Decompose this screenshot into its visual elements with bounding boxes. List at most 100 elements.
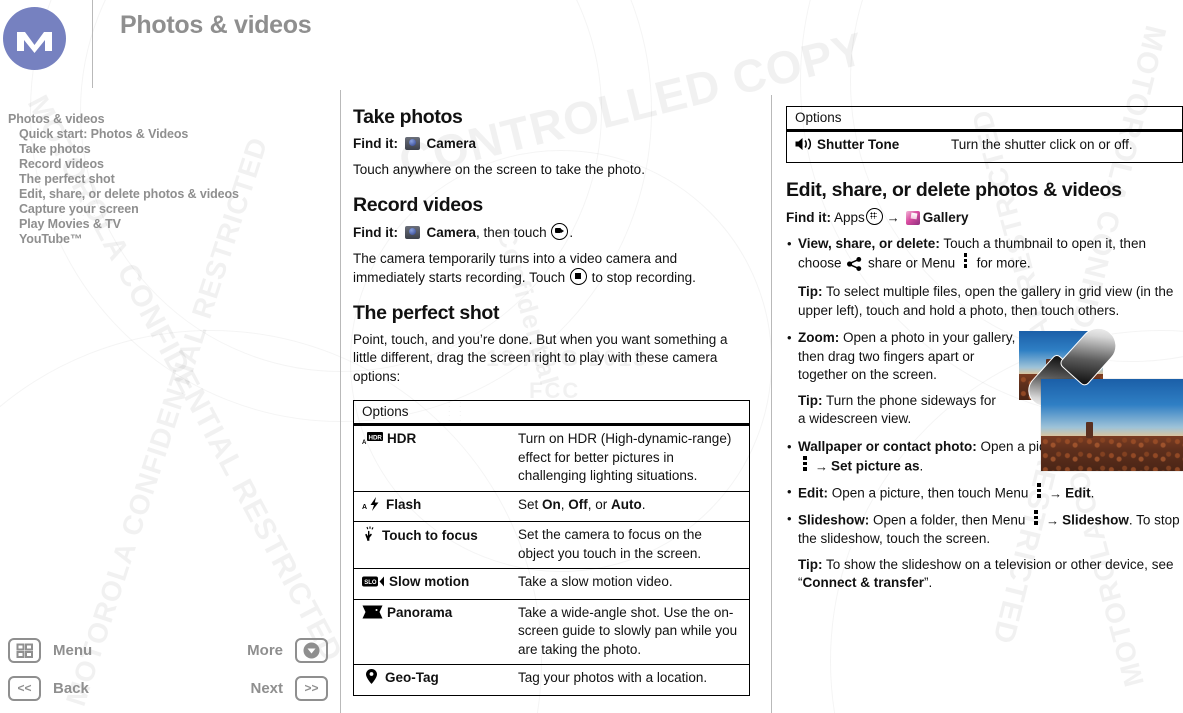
menu-overflow-icon — [803, 456, 807, 473]
middle-content-column: Take photos Find it: Camera Touch anywhe… — [353, 106, 750, 696]
gallery-app-label: Gallery — [922, 209, 969, 225]
option-label-touch-focus: Touch to focus — [382, 528, 478, 543]
menu-overflow-icon — [963, 253, 968, 270]
option-desc-hdr: Turn on HDR (High-dynamic-range) effect … — [510, 424, 750, 491]
arrow-icon: → — [1049, 485, 1063, 501]
find-it-record-videos: Find it: Camera, then touch . — [353, 222, 750, 242]
column-divider-left — [340, 90, 341, 713]
find-it-suffix-pre: , then touch — [476, 224, 551, 240]
table-row: A Flash Set On, Off, or Auto. — [353, 490, 750, 522]
toc-item-record-videos[interactable]: Record videos — [8, 157, 328, 172]
motorola-logo — [3, 7, 66, 70]
record-videos-body-part2: to stop recording. — [587, 270, 696, 285]
panorama-icon — [362, 605, 383, 625]
back-button[interactable]: << — [8, 675, 41, 701]
option-name-flash: A Flash — [353, 490, 510, 522]
option-label-geotag: Geo-Tag — [385, 670, 439, 685]
option-desc-flash: Set On, Off, or Auto. — [510, 490, 750, 522]
option-desc-touch-focus: Set the camera to focus on the object yo… — [510, 521, 750, 569]
nav-row-menu: Menu More — [8, 631, 328, 669]
tip-connect-transfer: Tip: To show the slideshow on a televisi… — [798, 556, 1174, 591]
table-header-row: Options — [786, 106, 1183, 132]
record-videos-body: The camera temporarily turns into a vide… — [353, 250, 750, 288]
list-item-edit: Edit: Open a picture, then touch Menu →E… — [786, 483, 1183, 503]
toc-item-quick-start[interactable]: Quick start: Photos & Videos — [8, 127, 328, 142]
option-label-slow-motion: Slow motion — [389, 574, 470, 589]
nav-row-back: << Back Next >> — [8, 669, 328, 707]
table-header-row: Options — [353, 400, 750, 426]
list-item-zoom: Zoom: Open a photo in your gallery, then… — [786, 329, 1026, 429]
list-item-slideshow: Slideshow: Open a folder, then Menu →Sli… — [786, 510, 1183, 593]
option-name-shutter-tone: Shutter Tone — [786, 130, 943, 162]
table-row: Touch to focus Set the camera to focus o… — [353, 521, 750, 569]
svg-text:A: A — [362, 440, 367, 445]
heading-take-photos: Take photos — [353, 106, 463, 128]
share-icon — [847, 256, 862, 277]
arrow-icon: → — [815, 458, 828, 474]
tip-label: Tip: — [798, 284, 823, 299]
pinch-zoom-illustration — [1019, 320, 1183, 471]
bullet-title: View, share, or delete: — [798, 235, 940, 251]
option-label-panorama: Panorama — [387, 604, 453, 620]
svg-text:SLO: SLO — [364, 580, 377, 586]
bullet-title: Slideshow: — [798, 512, 870, 528]
heading-perfect-shot: The perfect shot — [353, 301, 500, 324]
option-label-flash: Flash — [386, 496, 422, 512]
navigation-bar: Menu More << Back Next >> — [8, 631, 328, 707]
option-label-shutter-tone: Shutter Tone — [817, 137, 900, 152]
stop-recording-icon — [569, 268, 587, 285]
options-table-header: Options — [786, 106, 1183, 132]
next-button[interactable]: >> — [295, 675, 328, 701]
option-desc-slow-motion: Take a slow motion video. — [510, 568, 750, 599]
menu-overflow-icon — [1034, 510, 1038, 527]
menu-button[interactable] — [8, 637, 41, 663]
bullet-title: Edit: — [798, 485, 828, 501]
toc-item-perfect-shot[interactable]: The perfect shot — [8, 172, 328, 187]
find-it-label: Find it: — [353, 136, 398, 151]
list-item-view-share-delete: View, share, or delete: Touch a thumbnai… — [786, 235, 1183, 321]
option-name-geotag: Geo-Tag — [353, 664, 510, 695]
bullet-title: Zoom: — [798, 330, 840, 345]
toc-item-photos-videos[interactable]: Photos & videos — [8, 112, 328, 127]
next-label: Next — [250, 679, 283, 697]
find-it-gallery: Find it: Apps → Gallery — [786, 207, 1183, 227]
header-divider — [92, 0, 93, 88]
column-divider-right — [771, 95, 772, 713]
svg-text:HDR: HDR — [369, 434, 383, 441]
camera-options-table: Options A HDR HDR Turn on HDR (High-dyna… — [353, 400, 750, 696]
back-label: Back — [53, 679, 89, 697]
option-desc-panorama: Take a wide-angle shot. Use the on-scree… — [510, 598, 750, 665]
table-row: Geo-Tag Tag your photos with a location. — [353, 664, 750, 695]
bullet-title: Wallpaper or contact photo: — [798, 438, 977, 454]
toc-item-take-photos[interactable]: Take photos — [8, 142, 328, 157]
camera-app-icon — [404, 225, 420, 239]
video-record-icon — [551, 222, 569, 240]
shutter-options-table: Options Shutter Tone Turn the shutter cl… — [786, 106, 1183, 163]
table-of-contents: Photos & videos Quick start: Photos & Vi… — [8, 112, 328, 247]
take-photos-body: Touch anywhere on the screen to take the… — [353, 162, 645, 177]
option-name-panorama: Panorama — [353, 598, 510, 665]
hdr-icon: A HDR — [362, 431, 383, 451]
table-row: A HDR HDR Turn on HDR (High-dynamic-rang… — [353, 424, 750, 491]
camera-app-label: Camera — [426, 136, 477, 151]
gallery-app-icon — [905, 210, 920, 225]
table-row: SLO Slow motion Take a slow motion video… — [353, 568, 750, 599]
camera-app-icon — [404, 137, 420, 150]
toc-item-capture-screen[interactable]: Capture your screen — [8, 202, 328, 217]
table-row: Shutter Tone Turn the shutter click on o… — [786, 130, 1183, 162]
more-button[interactable] — [295, 637, 328, 663]
toc-item-edit-share-delete[interactable]: Edit, share, or delete photos & videos — [8, 187, 328, 202]
menu-overflow-icon — [1037, 483, 1041, 500]
apps-label: Apps — [834, 209, 865, 225]
toc-item-youtube[interactable]: YouTube™ — [8, 232, 328, 247]
tip-label: Tip: — [798, 392, 823, 408]
arrow-icon: → — [1046, 512, 1060, 528]
menu-label: Menu — [53, 641, 93, 659]
toc-item-play-movies-tv[interactable]: Play Movies & TV — [8, 217, 328, 232]
camera-app-label: Camera — [426, 224, 477, 240]
arrow-icon: → — [886, 209, 900, 225]
find-it-label: Find it: — [353, 224, 398, 240]
tip-label: Tip: — [798, 556, 823, 572]
svg-text:A: A — [362, 504, 367, 511]
option-desc-shutter-tone: Turn the shutter click on or off. — [943, 130, 1183, 162]
